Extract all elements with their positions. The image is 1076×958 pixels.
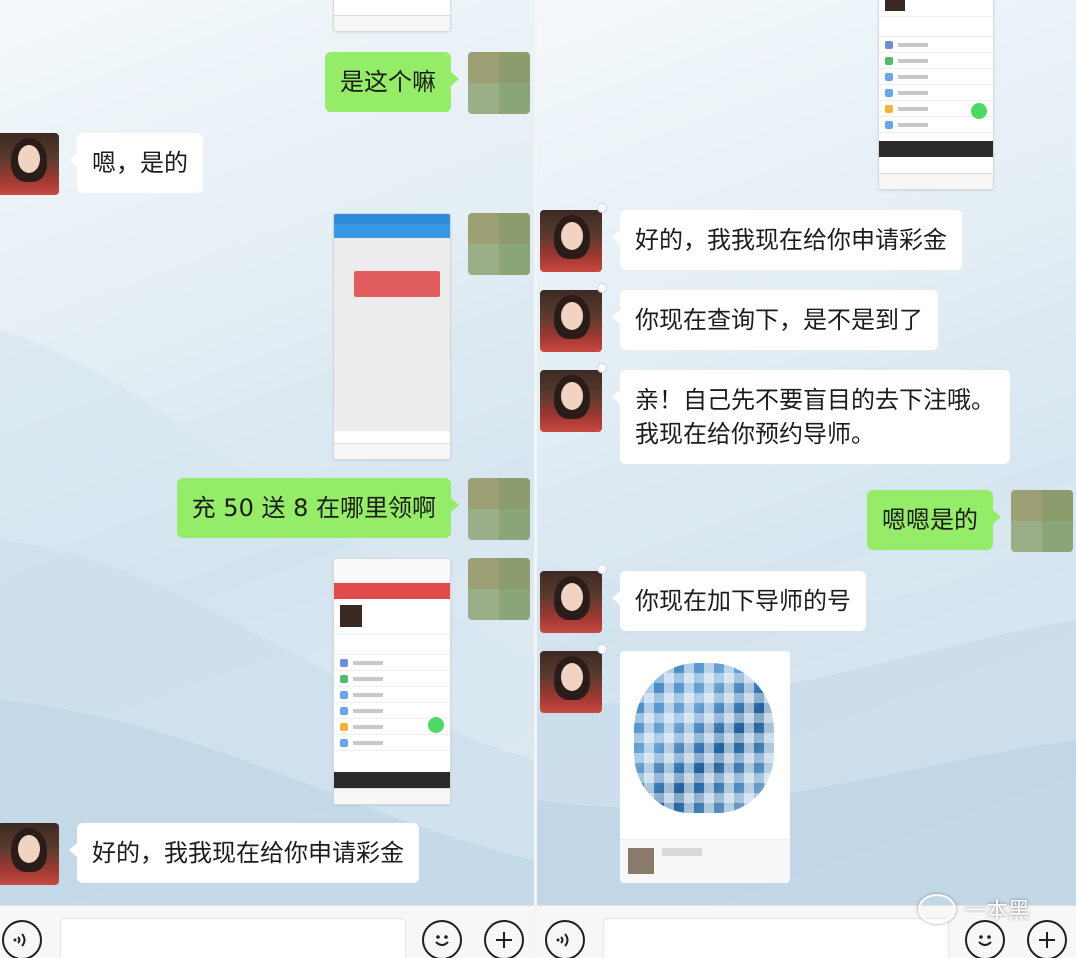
watermark: 一本黑 (918, 893, 1030, 925)
message-bubble-incoming[interactable]: 你现在查询下，是不是到了 (612, 290, 938, 350)
emoji-icon[interactable] (965, 920, 1005, 958)
my-avatar[interactable] (468, 213, 530, 275)
chat-background: 是这个嘛 嗯，是的 充 50 送 8 在哪里领啊 好的，我我现在给你申请彩金 (0, 0, 534, 905)
chat-input-toolbar (0, 905, 534, 958)
contact-avatar[interactable] (540, 571, 602, 633)
contact-avatar[interactable] (540, 651, 602, 713)
contact-thumbnail (628, 848, 654, 874)
right-chat-panel: 好的，我我现在给你申请彩金 你现在查询下，是不是到了 亲！自己先不要盲目的去下注… (537, 0, 1076, 958)
message-input[interactable] (60, 918, 406, 958)
message-bubble-outgoing[interactable]: 充 50 送 8 在哪里领啊 (176, 478, 460, 538)
wechat-logo-icon (918, 894, 956, 924)
watermark-text: 一本黑 (964, 899, 1031, 924)
status-dot (597, 644, 607, 654)
contact-avatar[interactable] (0, 823, 59, 885)
contact-avatar[interactable] (540, 370, 602, 432)
message-input[interactable] (603, 918, 949, 958)
message-bubble-incoming[interactable]: 好的，我我现在给你申请彩金 (612, 210, 962, 270)
voice-icon[interactable] (2, 920, 42, 958)
image-message-screenshot[interactable] (333, 558, 451, 805)
status-dot (597, 283, 607, 293)
message-bubble-outgoing[interactable]: 嗯嗯是的 (867, 490, 1001, 550)
message-line: 我现在给你预约导师。 (635, 420, 875, 448)
message-bubble-incoming[interactable]: 你现在加下导师的号 (612, 571, 866, 631)
status-dot (597, 564, 607, 574)
contact-card-qr[interactable] (620, 651, 790, 883)
contact-avatar[interactable] (0, 133, 59, 195)
message-bubble-incoming[interactable]: 好的，我我现在给你申请彩金 (69, 823, 419, 883)
my-avatar[interactable] (468, 558, 530, 620)
status-dot (597, 203, 607, 213)
my-avatar[interactable] (468, 52, 530, 114)
my-avatar[interactable] (1011, 490, 1073, 552)
voice-icon[interactable] (545, 920, 585, 958)
message-bubble-outgoing[interactable]: 是这个嘛 (325, 52, 459, 112)
contact-avatar[interactable] (540, 290, 602, 352)
qr-code-image (634, 663, 774, 813)
my-avatar[interactable] (468, 478, 530, 540)
image-message-screenshot[interactable] (878, 0, 994, 190)
contact-avatar[interactable] (540, 210, 602, 272)
contact-card-footer (620, 839, 790, 883)
message-bubble-incoming[interactable]: 嗯，是的 (69, 133, 203, 193)
cropped-screenshot-top[interactable] (333, 0, 451, 32)
message-bubble-incoming[interactable]: 亲！自己先不要盲目的去下注哦。 我现在给你预约导师。 (612, 370, 1010, 464)
screenshot-nav-bar (334, 15, 450, 31)
image-message-screenshot[interactable] (333, 213, 451, 460)
status-dot (597, 363, 607, 373)
chat-background: 好的，我我现在给你申请彩金 你现在查询下，是不是到了 亲！自己先不要盲目的去下注… (537, 0, 1076, 905)
plus-icon[interactable] (1027, 920, 1067, 958)
message-line: 亲！自己先不要盲目的去下注哦。 (635, 386, 995, 414)
plus-icon[interactable] (484, 920, 524, 958)
left-chat-panel: 是这个嘛 嗯，是的 充 50 送 8 在哪里领啊 好的，我我现在给你申请彩金 (0, 0, 534, 958)
emoji-icon[interactable] (422, 920, 462, 958)
contact-name-blurred (662, 848, 702, 856)
